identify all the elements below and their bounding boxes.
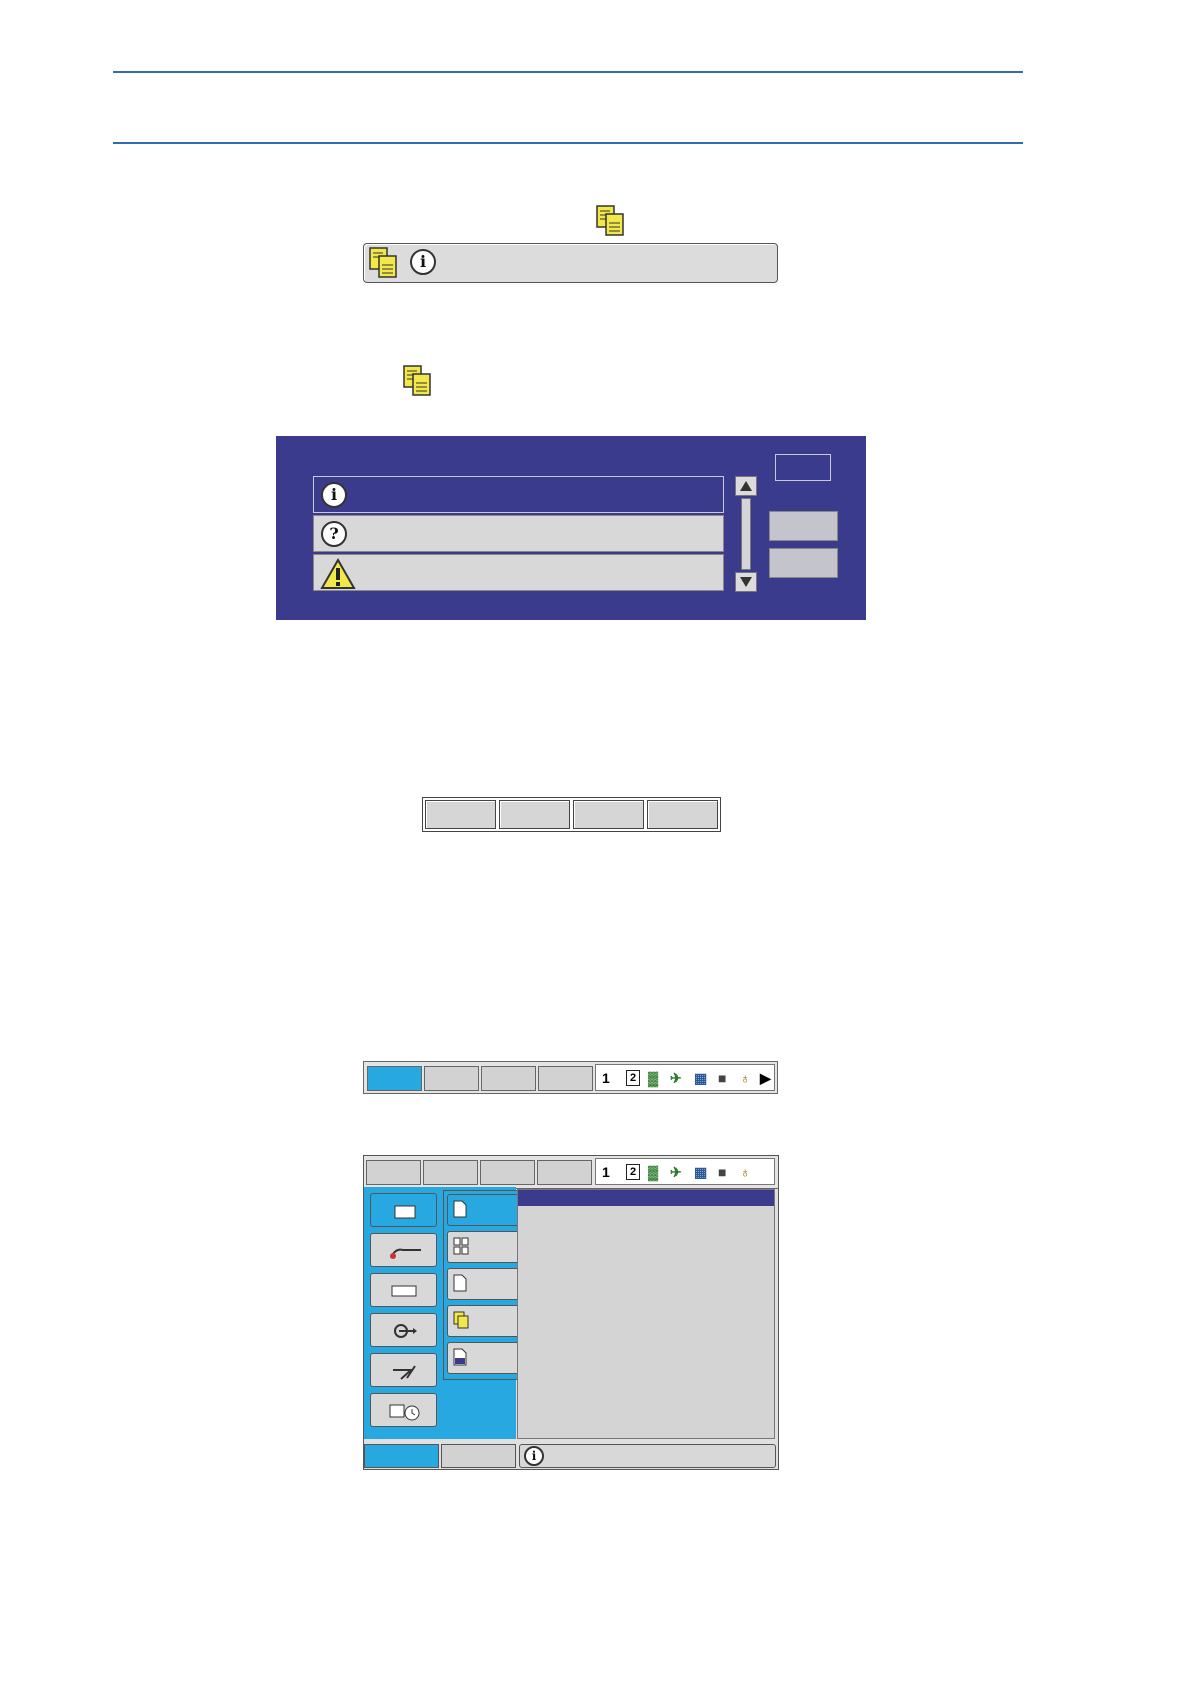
scroll-down-button[interactable] <box>735 572 757 592</box>
menu-arc-welding-button[interactable] <box>370 1233 437 1267</box>
main-menu-tab[interactable] <box>364 1444 439 1468</box>
toolbar-tab-4[interactable] <box>538 1066 593 1091</box>
function-button-3[interactable] <box>573 800 644 829</box>
menu-system-info-button[interactable] <box>370 1393 437 1427</box>
message-list-dialog: i ? <box>276 436 866 620</box>
task-icon: 2 <box>626 1070 640 1086</box>
status-toolbar: 1 2 ▓ ✈ ▦ ■ ♁ <box>364 1156 778 1189</box>
info-icon: i <box>524 1446 544 1466</box>
menu-in-out-button[interactable] <box>370 1313 437 1347</box>
function-button-2[interactable] <box>499 800 570 829</box>
lock-icon: ♁ <box>740 1164 751 1180</box>
message-row-question[interactable]: ? <box>313 515 724 552</box>
task-icon: 2 <box>626 1164 640 1180</box>
storage-icon: ■ <box>718 1070 727 1086</box>
message-scrollbar[interactable] <box>735 476 757 592</box>
info-icon: i <box>321 482 347 508</box>
message-row-info[interactable]: i <box>313 476 724 513</box>
torch-icon <box>390 1248 421 1259</box>
system-info-icon <box>389 1404 420 1421</box>
dialog-button-2[interactable] <box>769 548 838 578</box>
content-title-bar <box>518 1190 774 1206</box>
main-window: 1 2 ▓ ✈ ▦ ■ ♁ i <box>363 1155 779 1470</box>
mode-icon: ▦ <box>694 1070 708 1086</box>
job-icon <box>394 1205 416 1219</box>
message-count-box <box>775 454 831 481</box>
toolbar-tab-3[interactable] <box>481 1066 536 1091</box>
question-icon: ? <box>321 521 347 547</box>
message-bar[interactable]: i <box>363 243 778 283</box>
status-icon-area: 1 2 ▓ ✈ ▦ ■ ♁ <box>595 1158 775 1185</box>
status-toolbar: 1 2 ▓ ✈ ▦ ■ ♁ ▶ <box>363 1061 778 1094</box>
control-group-icon: 1 <box>602 1070 610 1086</box>
variable-icon <box>391 1285 417 1297</box>
warning-icon <box>320 558 356 589</box>
mode-icon: ▦ <box>694 1164 708 1180</box>
toolbar-tab-1[interactable] <box>366 1160 421 1185</box>
scroll-track[interactable] <box>741 498 751 570</box>
main-menu-panel <box>364 1187 537 1439</box>
page-icon <box>453 1200 467 1218</box>
coordinate-icon: ▓ <box>648 1070 659 1086</box>
bottom-status-bar: i <box>364 1443 778 1469</box>
doc-copy-icon <box>403 365 431 396</box>
menu-robot-button[interactable] <box>370 1353 437 1387</box>
menu-variable-button[interactable] <box>370 1273 437 1307</box>
toolbar-tab-4[interactable] <box>537 1160 592 1185</box>
function-button-1[interactable] <box>425 800 496 829</box>
scroll-up-button[interactable] <box>735 476 757 496</box>
dialog-button-1[interactable] <box>769 511 838 541</box>
toolbar-tab-3[interactable] <box>480 1160 535 1185</box>
control-group-icon: 1 <box>602 1164 610 1180</box>
play-icon: ▶ <box>760 1070 771 1086</box>
simple-menu-tab[interactable] <box>441 1444 516 1468</box>
toolbar-tab-2[interactable] <box>423 1160 478 1185</box>
cycle-icon <box>453 1348 467 1366</box>
doc-copy-icon[interactable] <box>369 247 399 279</box>
header-bottom-rule <box>113 142 1023 144</box>
status-message-bar[interactable]: i <box>519 1444 776 1468</box>
menu-job-button[interactable] <box>370 1193 437 1227</box>
master-job-icon <box>453 1311 469 1329</box>
header-top-rule <box>113 71 1023 73</box>
in-out-icon <box>394 1324 417 1338</box>
status-icon-area: 1 2 ▓ ✈ ▦ ■ ♁ ▶ <box>595 1064 775 1091</box>
lock-icon: ♁ <box>740 1070 751 1086</box>
coordinate-icon: ▓ <box>648 1164 659 1180</box>
function-button-4[interactable] <box>647 800 718 829</box>
toolbar-tab-1[interactable] <box>367 1066 422 1091</box>
function-button-group <box>422 797 721 832</box>
doc-copy-icon <box>596 205 624 236</box>
select-job-icon <box>453 1237 469 1255</box>
message-row-warning[interactable] <box>313 554 724 591</box>
info-icon: i <box>410 249 436 275</box>
speed-icon: ✈ <box>670 1164 682 1180</box>
toolbar-tab-2[interactable] <box>424 1066 479 1091</box>
robot-icon <box>393 1365 416 1380</box>
new-page-icon <box>453 1274 467 1292</box>
storage-icon: ■ <box>718 1164 727 1180</box>
content-pane <box>517 1189 775 1439</box>
speed-icon: ✈ <box>670 1070 682 1086</box>
